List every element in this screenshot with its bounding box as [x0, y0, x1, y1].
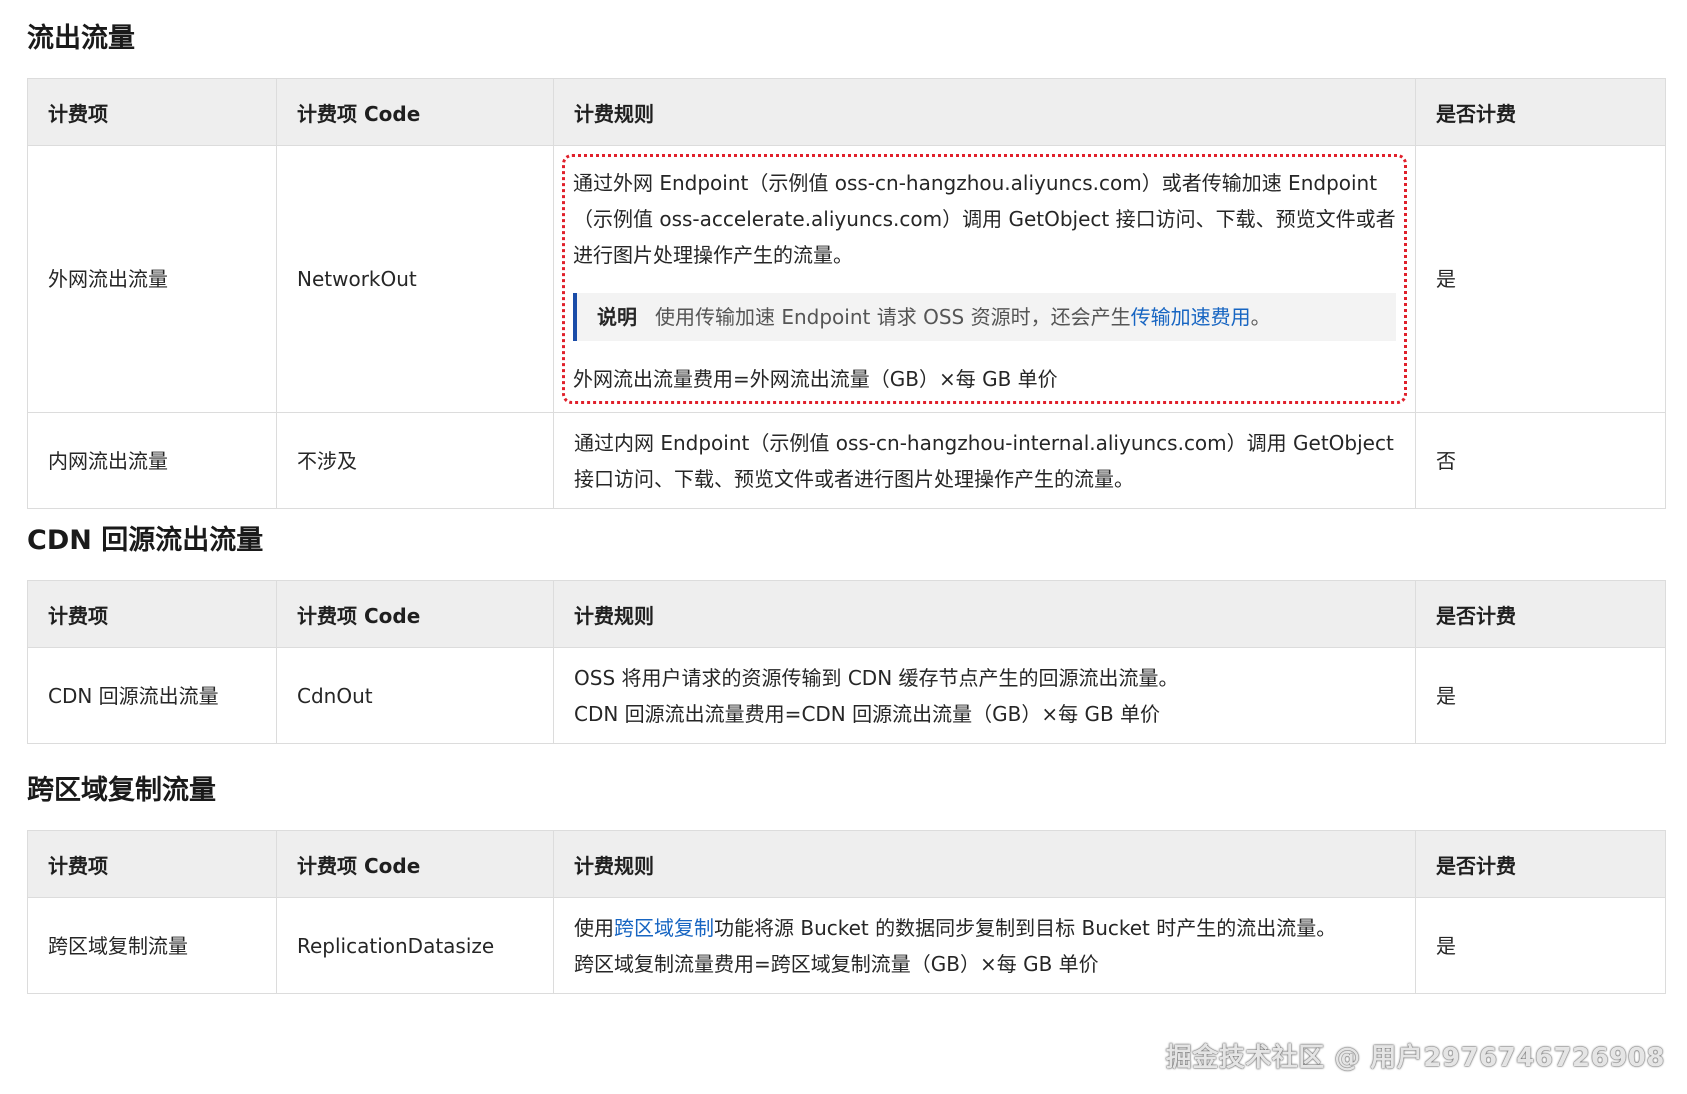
rule-text: 通过外网 Endpoint（示例值 oss-cn-hangzhou.aliyun… [573, 171, 1396, 267]
section-title-replication: 跨区域复制流量 [27, 775, 216, 806]
cell-item: 跨区域复制流量 [27, 897, 277, 994]
highlight-box: 通过外网 Endpoint（示例值 oss-cn-hangzhou.aliyun… [562, 154, 1407, 404]
cell-rule: OSS 将用户请求的资源传输到 CDN 缓存节点产生的回源流出流量。 CDN 回… [553, 647, 1416, 744]
billing-doc-page: 流出流量 计费项 计费项 Code 计费规则 是否计费 外网流出流量 Netwo… [0, 0, 1687, 1094]
cross-region-replication-link[interactable]: 跨区域复制 [614, 916, 714, 940]
note-callout: 说明 使用传输加速 Endpoint 请求 OSS 资源时，还会产生传输加速费用。 [573, 293, 1396, 341]
header-rule: 计费规则 [553, 830, 1416, 898]
table-outbound-traffic: 计费项 计费项 Code 计费规则 是否计费 外网流出流量 NetworkOut… [27, 78, 1666, 509]
header-code: 计费项 Code [276, 830, 554, 898]
header-charged: 是否计费 [1415, 830, 1666, 898]
section-title-outbound: 流出流量 [27, 23, 135, 54]
cell-charged: 是 [1415, 897, 1666, 994]
header-item: 计费项 [27, 580, 277, 648]
cell-code: ReplicationDatasize [276, 897, 554, 994]
table-replication-traffic: 计费项 计费项 Code 计费规则 是否计费 跨区域复制流量 Replicati… [27, 830, 1666, 994]
cell-charged: 否 [1415, 412, 1666, 509]
header-item: 计费项 [27, 78, 277, 146]
transfer-acceleration-fee-link[interactable]: 传输加速费用 [1131, 305, 1251, 329]
rule-prefix: 使用 [574, 915, 614, 940]
header-charged: 是否计费 [1415, 580, 1666, 648]
cell-item: 内网流出流量 [27, 412, 277, 509]
header-code: 计费项 Code [276, 78, 554, 146]
table-cdn-traffic: 计费项 计费项 Code 计费规则 是否计费 CDN 回源流出流量 CdnOut… [27, 580, 1666, 744]
header-rule: 计费规则 [553, 78, 1416, 146]
header-rule: 计费规则 [553, 580, 1416, 648]
cell-charged: 是 [1415, 145, 1666, 413]
table-header-row: 计费项 计费项 Code 计费规则 是否计费 [27, 580, 1666, 648]
header-item: 计费项 [27, 830, 277, 898]
section-title-cdn: CDN 回源流出流量 [27, 525, 264, 556]
watermark: 掘金技术社区 @ 用户2976746726908 [1165, 1043, 1665, 1073]
rule-suffix: 功能将源 Bucket 的数据同步复制到目标 Bucket 时产生的流出流量。 [714, 915, 1337, 940]
table-row: 外网流出流量 NetworkOut 通过外网 Endpoint（示例值 oss-… [27, 145, 1666, 413]
cell-code: CdnOut [276, 647, 554, 744]
cell-rule: 通过内网 Endpoint（示例值 oss-cn-hangzhou-intern… [553, 412, 1416, 509]
note-text: 使用传输加速 Endpoint 请求 OSS 资源时，还会产生 [655, 305, 1131, 329]
rule-formula: 外网流出流量费用=外网流出流量（GB）×每 GB 单价 [573, 367, 1058, 391]
cell-item: 外网流出流量 [27, 145, 277, 413]
cell-charged: 是 [1415, 647, 1666, 744]
header-code: 计费项 Code [276, 580, 554, 648]
table-row: 内网流出流量 不涉及 通过内网 Endpoint（示例值 oss-cn-hang… [27, 412, 1666, 509]
cell-code: NetworkOut [276, 145, 554, 413]
rule-text: 使用跨区域复制功能将源 Bucket 的数据同步复制到目标 Bucket 时产生… [574, 910, 1395, 946]
cell-code: 不涉及 [276, 412, 554, 509]
header-charged: 是否计费 [1415, 78, 1666, 146]
table-row: CDN 回源流出流量 CdnOut OSS 将用户请求的资源传输到 CDN 缓存… [27, 647, 1666, 744]
note-tail: 。 [1250, 305, 1271, 329]
table-header-row: 计费项 计费项 Code 计费规则 是否计费 [27, 78, 1666, 146]
rule-text: 通过内网 Endpoint（示例值 oss-cn-hangzhou-intern… [574, 430, 1394, 491]
cell-item: CDN 回源流出流量 [27, 647, 277, 744]
cell-rule: 通过外网 Endpoint（示例值 oss-cn-hangzhou.aliyun… [553, 145, 1416, 413]
table-header-row: 计费项 计费项 Code 计费规则 是否计费 [27, 830, 1666, 898]
cell-rule: 使用跨区域复制功能将源 Bucket 的数据同步复制到目标 Bucket 时产生… [553, 897, 1416, 994]
rule-formula: 跨区域复制流量费用=跨区域复制流量（GB）×每 GB 单价 [574, 951, 1099, 976]
note-label: 说明 [597, 305, 637, 329]
rule-text: OSS 将用户请求的资源传输到 CDN 缓存节点产生的回源流出流量。 [574, 665, 1179, 690]
table-row: 跨区域复制流量 ReplicationDatasize 使用跨区域复制功能将源 … [27, 897, 1666, 994]
rule-formula: CDN 回源流出流量费用=CDN 回源流出流量（GB）×每 GB 单价 [574, 701, 1161, 726]
